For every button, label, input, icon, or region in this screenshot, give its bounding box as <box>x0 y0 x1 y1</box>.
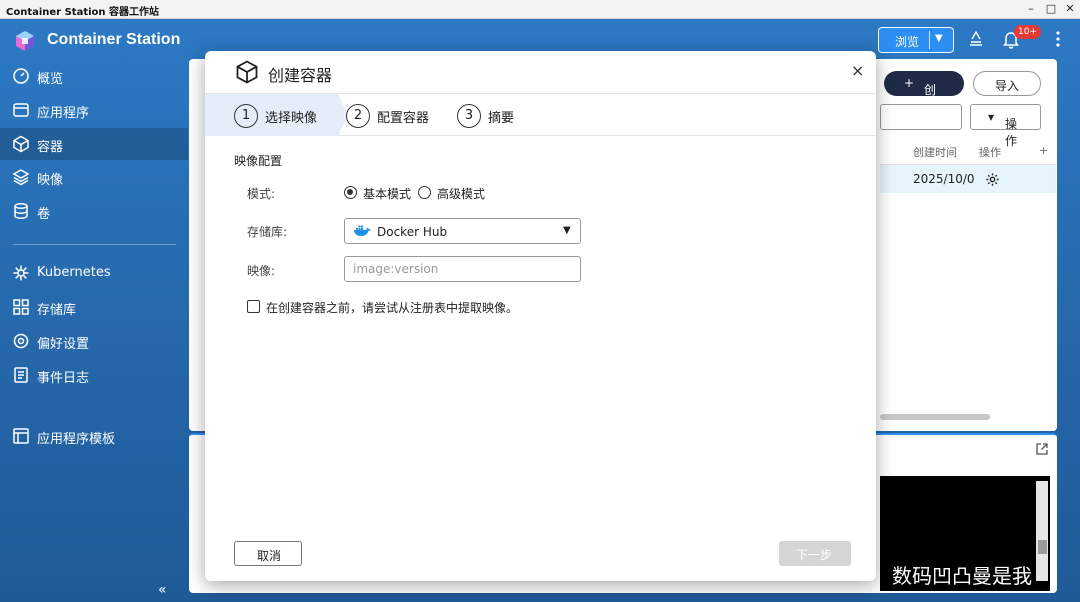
add-column-button[interactable]: + <box>1039 144 1048 157</box>
sidebar-item-volumes[interactable]: 卷 <box>0 195 188 227</box>
sidebar-item-app-templates[interactable]: 应用程序模板 <box>0 420 188 452</box>
browse-label: 浏览 <box>895 35 920 49</box>
sidebar-item-images[interactable]: 映像 <box>0 161 188 193</box>
template-icon <box>13 428 29 444</box>
browse-button[interactable]: 浏览 ▼ <box>878 27 954 53</box>
sidebar-item-label: 卷 <box>37 207 51 222</box>
registry-select[interactable]: Docker Hub ▼ <box>344 218 581 244</box>
sidebar-item-label: 应用程序模板 <box>37 432 116 447</box>
step-select-image[interactable]: 1 选择映像 <box>234 104 334 128</box>
container-cube-icon <box>236 60 258 84</box>
app-name: Container Station <box>47 31 181 48</box>
minimize-button[interactable]: – <box>1024 2 1038 16</box>
sidebar-item-event-log[interactable]: 事件日志 <box>0 359 188 391</box>
sidebar-item-containers[interactable]: 容器 <box>0 128 188 160</box>
sidebar-item-registry[interactable]: 存储库 <box>0 291 188 323</box>
helm-icon <box>13 265 29 281</box>
step-label: 配置容器 <box>377 111 430 126</box>
gear-icon[interactable] <box>985 172 1000 187</box>
sidebar-item-label: Kubernetes <box>37 265 111 280</box>
mode-label: 模式: <box>247 187 276 201</box>
sidebar-item-label: 偏好设置 <box>37 337 90 352</box>
step-number: 3 <box>457 104 481 128</box>
cancel-button[interactable]: 取消 <box>234 541 302 566</box>
registry-value: Docker Hub <box>377 225 448 239</box>
image-label: 映像: <box>247 264 276 278</box>
step-number: 2 <box>346 104 370 128</box>
create-container-button[interactable]: + 创建 <box>884 71 964 114</box>
next-step-button[interactable]: 下一步 <box>779 541 851 566</box>
image-config-section-title: 映像配置 <box>234 154 283 168</box>
sidebar-item-label: 概览 <box>37 72 64 87</box>
sidebar-item-label: 存储库 <box>37 303 77 318</box>
dashboard-icon <box>13 68 29 84</box>
sidebar-item-label: 映像 <box>37 173 64 188</box>
pull-image-checkbox[interactable] <box>247 300 260 313</box>
container-station-logo-icon <box>16 31 34 51</box>
sidebar-item-overview[interactable]: 概览 <box>0 60 188 92</box>
sidebar-item-label: 应用程序 <box>37 106 90 121</box>
window-title: Container Station 容器工作站 <box>6 7 160 18</box>
caret-down-icon: ▼ <box>563 225 571 236</box>
next-label: 下一步 <box>796 548 833 562</box>
sidebar-divider <box>13 244 176 245</box>
browse-separator <box>929 31 930 49</box>
collapse-sidebar-button[interactable]: « <box>158 582 167 598</box>
settings-icon <box>13 333 29 349</box>
image-input[interactable] <box>344 256 581 282</box>
basic-mode-label[interactable]: 基本模式 <box>363 185 411 202</box>
import-button[interactable]: 导入 <box>973 71 1041 96</box>
vertical-scrollbar-thumb[interactable] <box>1038 540 1047 554</box>
watermark-text: 数码凹凸曼是我 <box>892 564 1032 588</box>
external-link-icon[interactable] <box>1035 442 1049 456</box>
created-time-cell: 2025/10/0 <box>913 172 975 186</box>
step-number: 1 <box>234 104 258 128</box>
sidebar-item-label: 事件日志 <box>37 371 90 386</box>
grid-icon <box>13 299 29 315</box>
step-label: 选择映像 <box>265 111 318 126</box>
dialog-title: 创建容器 <box>268 66 333 85</box>
operations-dropdown[interactable]: 操作 ▾ <box>970 104 1041 148</box>
sidebar-item-preferences[interactable]: 偏好设置 <box>0 325 188 357</box>
horizontal-scrollbar[interactable] <box>880 414 990 420</box>
sidebar-item-apps[interactable]: 应用程序 <box>0 94 188 126</box>
window-titlebar: Container Station 容器工作站 – □ ✕ <box>0 0 1080 19</box>
layers-icon <box>12 169 30 186</box>
wizard-steps: 1 选择映像 2 配置容器 3 摘要 <box>205 93 876 136</box>
registry-label: 存储库: <box>247 225 288 239</box>
create-container-dialog: 创建容器 × 1 选择映像 2 配置容器 3 摘要 映像配置 模式: 基本模式 … <box>205 51 876 581</box>
log-icon <box>14 367 28 383</box>
column-header-actions: 操作 <box>979 146 1001 159</box>
operations-label: 操作 ▾ <box>988 110 1018 148</box>
search-input[interactable] <box>880 104 962 130</box>
step-summary[interactable]: 3 摘要 <box>457 104 537 128</box>
vertical-scrollbar[interactable] <box>1036 481 1048 581</box>
cancel-label: 取消 <box>257 549 282 563</box>
stack-icon[interactable] <box>966 29 986 49</box>
sidebar-item-kubernetes[interactable]: Kubernetes <box>0 257 188 289</box>
maximize-button[interactable]: □ <box>1044 2 1058 16</box>
advanced-mode-radio[interactable] <box>418 186 431 199</box>
close-window-button[interactable]: ✕ <box>1063 2 1077 16</box>
basic-mode-radio[interactable] <box>344 186 357 199</box>
apps-icon <box>13 103 29 117</box>
notification-badge: 10+ <box>1014 25 1041 39</box>
docker-icon <box>354 225 371 236</box>
pull-image-label[interactable]: 在创建容器之前，请尝试从注册表中提取映像。 <box>266 299 518 316</box>
more-vertical-icon[interactable] <box>1048 29 1068 49</box>
close-icon[interactable]: × <box>851 61 864 80</box>
caret-down-icon[interactable]: ▼ <box>935 33 943 44</box>
column-header-created[interactable]: 创建时间 <box>913 144 957 160</box>
container-cube-icon <box>13 135 29 153</box>
import-label: 导入 <box>995 79 1020 93</box>
step-configure-container[interactable]: 2 配置容器 <box>346 104 446 128</box>
create-label: + 创建 <box>904 76 937 114</box>
database-icon <box>14 203 28 219</box>
step-label: 摘要 <box>488 111 515 126</box>
advanced-mode-label[interactable]: 高级模式 <box>437 185 485 202</box>
sidebar-item-label: 容器 <box>37 140 64 155</box>
